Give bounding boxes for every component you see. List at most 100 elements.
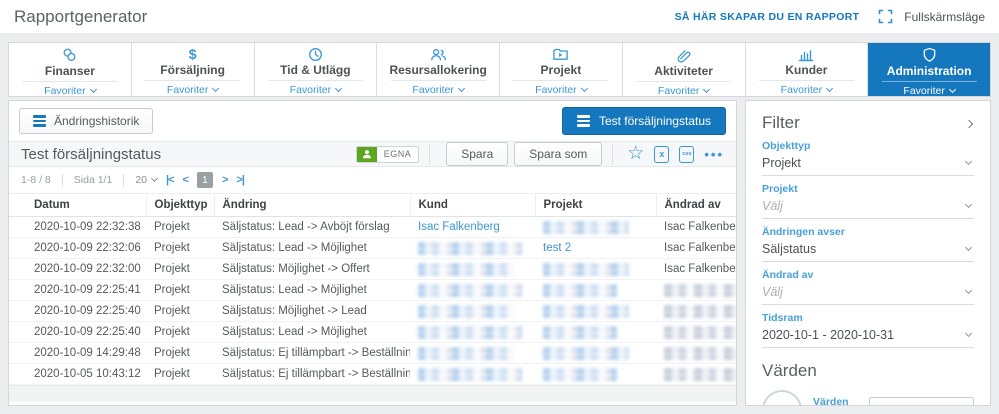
filter-projekt[interactable]: Projekt Välj bbox=[762, 183, 974, 219]
values-count-badge: 123 bbox=[762, 390, 802, 405]
favorite-star-icon[interactable]: ☆ bbox=[627, 144, 644, 163]
table-header-row: Datum Objekttyp Ändring Kund Projekt Änd… bbox=[9, 193, 736, 218]
save-button[interactable]: Spara bbox=[446, 142, 509, 167]
table-row[interactable]: 2020-10-09 14:29:48 Projekt Säljstatus: Ej… bbox=[9, 342, 736, 365]
cell-datum: 2020-10-09 22:32:00 bbox=[9, 258, 146, 281]
page-title: Rapportgenerator bbox=[14, 6, 148, 26]
cell-projekt bbox=[535, 279, 656, 302]
cell-link[interactable]: Isac Falkenberg bbox=[418, 221, 500, 233]
cell-objekttyp: Projekt bbox=[146, 363, 214, 386]
result-range: 1-8 / 8 bbox=[21, 174, 51, 187]
tab-label: Resursallokering bbox=[389, 63, 487, 77]
column-header-andrad-av[interactable]: Ändrad av bbox=[655, 193, 736, 218]
tab-forsaljning[interactable]: $ Försäljning Favoriter bbox=[130, 43, 254, 96]
content-area: Ändringshistorik Test försäljningstatus … bbox=[8, 100, 991, 406]
cell-kund bbox=[410, 342, 535, 365]
table-row[interactable]: 2020-10-09 22:25:40 Projekt Säljstatus: Mö… bbox=[9, 300, 736, 323]
cell-datum: 2020-10-09 14:29:48 bbox=[9, 342, 146, 365]
cell-kund bbox=[410, 279, 535, 302]
table-row[interactable]: 2020-10-09 22:25:41 Projekt Säljstatus: Le… bbox=[9, 279, 736, 302]
cell-andring: Säljstatus: Möjlighet -> Lead bbox=[214, 300, 410, 323]
tab-kunder[interactable]: Kunder Favoriter bbox=[744, 43, 868, 96]
collapse-panel-icon[interactable] bbox=[964, 114, 974, 132]
cell-andrad-av: Isac Falkenberg bbox=[656, 258, 736, 281]
favorites-dropdown[interactable]: Favoriter bbox=[535, 84, 588, 96]
chevron-down-icon bbox=[964, 157, 973, 166]
export-csv-icon[interactable]: csv bbox=[679, 145, 695, 163]
column-header-projekt[interactable]: Projekt bbox=[534, 193, 656, 218]
redacted-value bbox=[543, 325, 617, 339]
cell-link[interactable]: test 2 bbox=[543, 242, 571, 254]
category-tabbar: Finanser Favoriter $ Försäljning Favorit… bbox=[8, 42, 991, 97]
redacted-value bbox=[543, 346, 629, 360]
save-as-button[interactable]: Spara som bbox=[514, 142, 603, 167]
export-excel-icon[interactable]: x bbox=[654, 145, 670, 163]
cell-andring: Säljstatus: Lead -> Möjlighet bbox=[214, 237, 410, 260]
chevron-down-icon bbox=[580, 84, 588, 93]
redacted-value bbox=[664, 304, 736, 318]
table-body: 2020-10-09 22:32:38 Projekt Säljstatus: Le… bbox=[9, 216, 736, 386]
change-history-button[interactable]: Ändringshistorik bbox=[19, 108, 154, 134]
rapportgenerator-page: Rapportgenerator SÅ HÄR SKAPAR DU EN RAP… bbox=[0, 0, 999, 414]
choose-values-button[interactable]: Välj värden bbox=[868, 397, 974, 405]
favorites-dropdown[interactable]: Favoriter bbox=[781, 84, 834, 96]
list-icon bbox=[576, 115, 590, 127]
table-row[interactable]: 2020-10-09 22:25:40 Projekt Säljstatus: Le… bbox=[9, 321, 736, 344]
last-page-button[interactable]: >| bbox=[236, 174, 244, 186]
tab-projekt[interactable]: Projekt Favoriter bbox=[499, 43, 622, 96]
tab-resursallokering[interactable]: Resursallokering Favoriter bbox=[376, 43, 499, 96]
cell-kund: Isac Falkenberg bbox=[410, 216, 535, 239]
fullscreen-icon[interactable] bbox=[877, 8, 894, 25]
table-row[interactable]: 2020-10-05 10:43:12 Projekt Säljstatus: Ej… bbox=[9, 363, 736, 386]
cell-datum: 2020-10-09 22:32:06 bbox=[9, 237, 146, 260]
previous-page-button[interactable]: < bbox=[183, 174, 190, 186]
cell-objekttyp: Projekt bbox=[146, 321, 214, 344]
table-row[interactable]: 2020-10-09 22:32:38 Projekt Säljstatus: Le… bbox=[9, 216, 736, 239]
favorites-dropdown[interactable]: Favoriter bbox=[290, 84, 343, 96]
favorites-dropdown[interactable]: Favoriter bbox=[167, 84, 220, 96]
more-options-icon[interactable]: ••• bbox=[704, 147, 724, 162]
column-header-objekttyp[interactable]: Objekttyp bbox=[145, 193, 214, 218]
cell-andrad-av bbox=[656, 279, 736, 302]
selected-report-button[interactable]: Test försäljningstatus bbox=[561, 107, 726, 135]
shield-icon bbox=[922, 47, 937, 63]
favorites-dropdown[interactable]: Favoriter bbox=[903, 85, 956, 97]
badge-label: EGNA bbox=[383, 149, 412, 160]
chevron-down-icon bbox=[457, 84, 465, 93]
filter-tidsram[interactable]: Tidsram 2020-10-1 - 2020-10-31 bbox=[762, 312, 974, 348]
next-page-button[interactable]: > bbox=[222, 174, 229, 186]
varden-row: 123 Värden 6 valda Välj värden bbox=[762, 390, 974, 405]
filter-objekttyp[interactable]: Objekttyp Projekt bbox=[762, 140, 974, 176]
cell-datum: 2020-10-09 22:25:41 bbox=[9, 279, 146, 302]
favorites-dropdown[interactable]: Favoriter bbox=[44, 85, 97, 97]
column-header-andring[interactable]: Ändring bbox=[213, 193, 410, 218]
table-row[interactable]: 2020-10-09 22:32:00 Projekt Säljstatus: Mö… bbox=[9, 258, 736, 281]
favorites-dropdown[interactable]: Favoriter bbox=[412, 84, 465, 96]
cell-kund bbox=[410, 321, 535, 344]
cell-andrad-av bbox=[656, 321, 736, 344]
how-to-create-report-link[interactable]: SÅ HÄR SKAPAR DU EN RAPPORT bbox=[675, 11, 860, 23]
chevron-down-icon bbox=[964, 286, 973, 295]
filter-andrad-av[interactable]: Ändrad av Välj bbox=[762, 269, 974, 305]
page-size-select[interactable]: 20 bbox=[135, 174, 159, 186]
cell-kund bbox=[410, 300, 535, 323]
filter-andringen-avser[interactable]: Ändringen avser Säljstatus bbox=[762, 226, 974, 262]
tab-finanser[interactable]: Finanser Favoriter bbox=[9, 43, 131, 97]
cell-projekt bbox=[535, 258, 656, 281]
tab-administration[interactable]: Administration Favoriter bbox=[867, 43, 990, 97]
column-header-datum[interactable]: Datum bbox=[9, 193, 146, 218]
tab-tid-utlagg[interactable]: Tid & Utlägg Favoriter bbox=[253, 43, 377, 96]
cell-objekttyp: Projekt bbox=[146, 216, 214, 239]
table-row[interactable]: 2020-10-09 22:32:06 Projekt Säljstatus: Le… bbox=[9, 237, 736, 260]
tab-aktiviteter[interactable]: Aktiviteter Favoriter bbox=[621, 43, 745, 97]
table-footer-strip bbox=[9, 385, 736, 402]
favorites-dropdown[interactable]: Favoriter bbox=[658, 85, 711, 97]
report-titlebar: Test försäljningstatus EGNA Spara Spara … bbox=[9, 141, 736, 168]
cell-projekt: test 2 bbox=[535, 237, 656, 260]
first-page-button[interactable]: |< bbox=[166, 174, 174, 186]
column-header-kund[interactable]: Kund bbox=[409, 193, 535, 218]
coins-icon bbox=[61, 47, 78, 63]
fullscreen-label[interactable]: Fullskärmsläge bbox=[904, 10, 985, 24]
current-page-button[interactable]: 1 bbox=[196, 172, 213, 189]
cell-objekttyp: Projekt bbox=[146, 342, 214, 365]
